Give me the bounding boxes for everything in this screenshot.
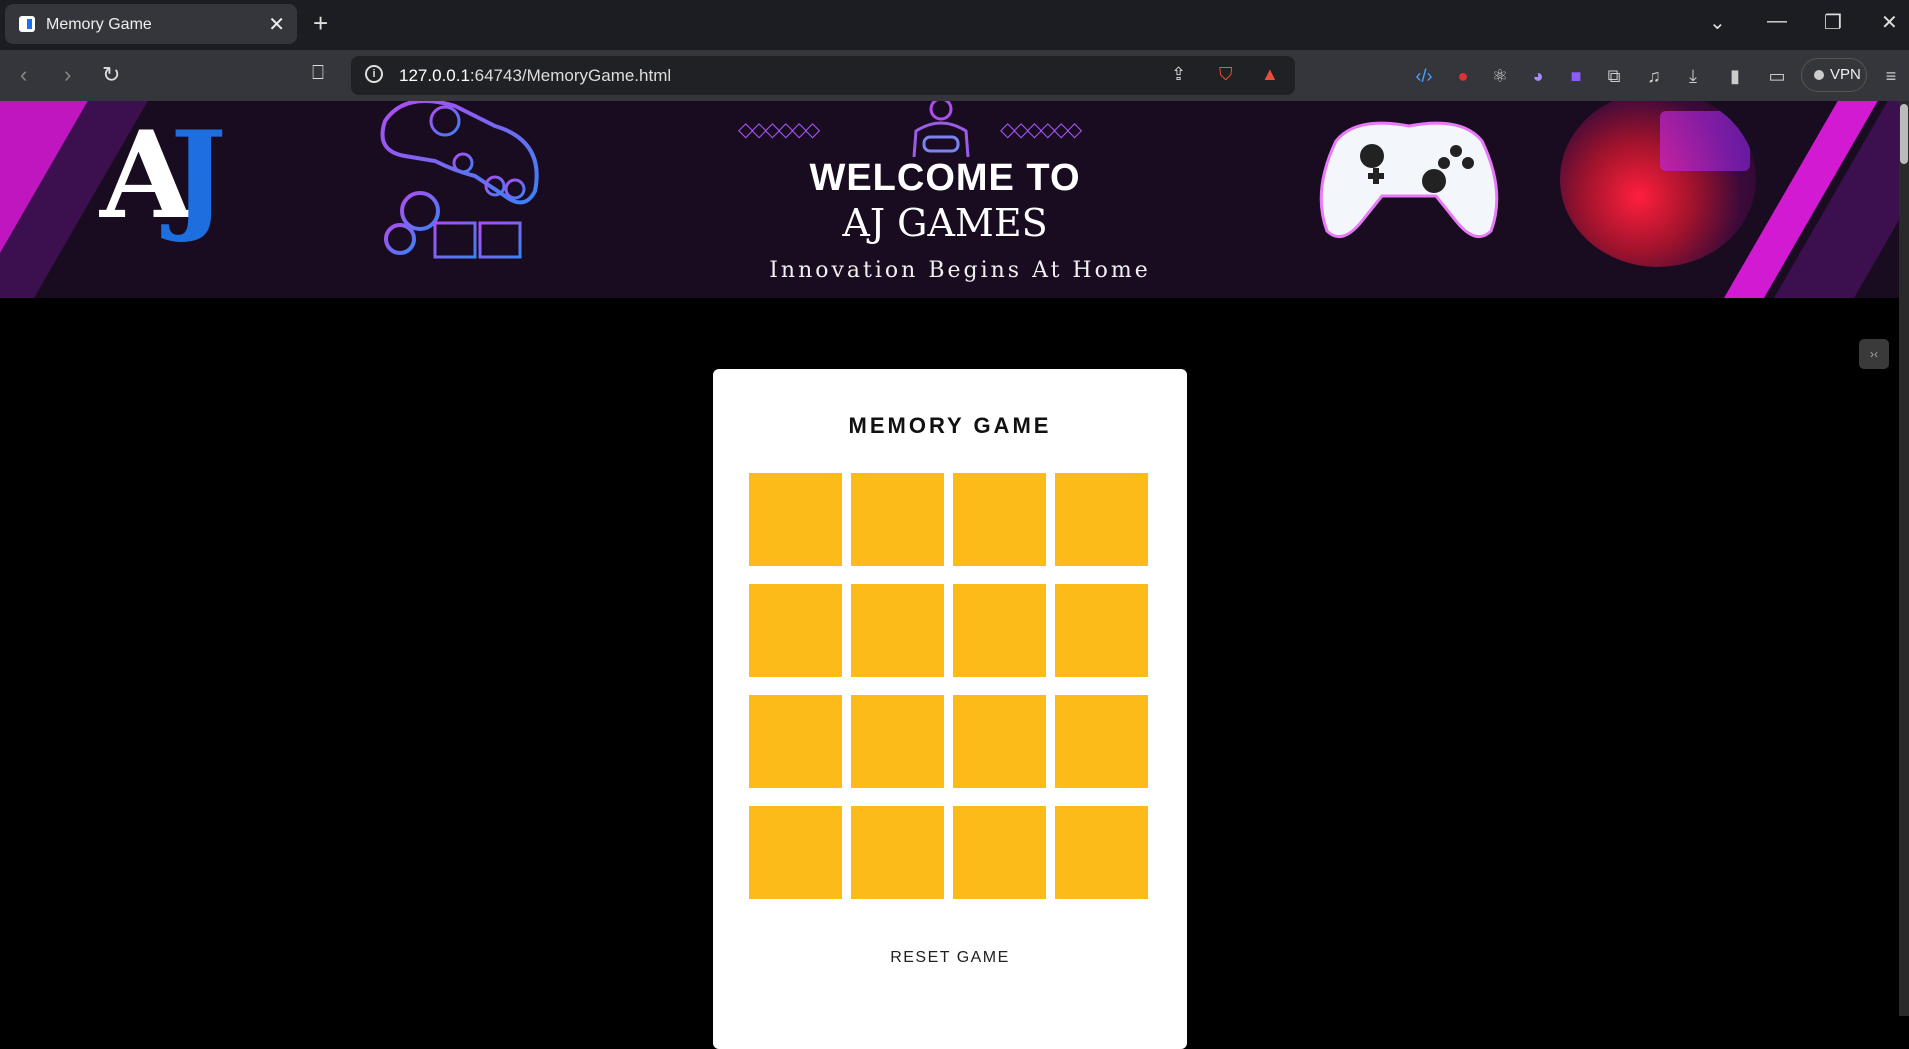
memory-tile[interactable] [1055, 695, 1148, 788]
banner-title-brand: AJ GAMES [842, 201, 1048, 245]
new-tab-button[interactable]: + [313, 8, 328, 38]
extensions-icon[interactable]: ⧉ [1603, 65, 1625, 87]
minimize-icon[interactable]: — [1767, 10, 1787, 33]
memory-tile[interactable] [749, 473, 842, 566]
memory-tile[interactable] [851, 473, 944, 566]
code-extension-icon[interactable]: ‹/› [1413, 65, 1435, 87]
memory-tile[interactable] [1055, 806, 1148, 899]
download-icon[interactable]: ⤓ [1682, 65, 1704, 87]
brave-rewards-icon[interactable]: ▲ [1261, 64, 1279, 85]
browser-tab[interactable]: Memory Game ✕ [5, 4, 297, 44]
wallet-icon[interactable]: ▭ [1766, 65, 1788, 87]
memory-tile[interactable] [1055, 584, 1148, 677]
react-devtools-icon[interactable]: ⚛ [1489, 65, 1511, 87]
site-info-icon[interactable]: i [365, 65, 383, 83]
elementor-extension-icon[interactable]: ● [1452, 65, 1474, 87]
logo-letter-j: J [170, 105, 227, 246]
collapse-widget-icon[interactable]: ›‹ [1859, 339, 1889, 369]
tab-close-button[interactable]: ✕ [268, 12, 285, 37]
memory-game-card: MEMORY GAME RESET GAME [713, 369, 1187, 1049]
memory-tile[interactable] [953, 695, 1046, 788]
url-text: 127.0.0.1:64743/MemoryGame.html [399, 66, 671, 86]
game-title: MEMORY GAME [848, 413, 1052, 438]
gamer-photo [1560, 101, 1756, 267]
memory-tile[interactable] [749, 695, 842, 788]
diamond-decoration-right: ◇◇◇◇◇◇ [1000, 119, 1082, 141]
memory-tile[interactable] [953, 584, 1046, 677]
banner-tagline: Innovation Begins At Home [769, 258, 1151, 283]
banner-title-welcome: WELCOME TO [809, 157, 1081, 199]
page-scrollbar-thumb[interactable] [1900, 104, 1908, 164]
memory-tile[interactable] [851, 806, 944, 899]
restore-icon[interactable]: ❐ [1824, 10, 1842, 35]
gamepad-coins-icon [380, 101, 539, 259]
reload-icon[interactable]: ↻ [102, 62, 120, 88]
share-icon[interactable]: ⇪ [1171, 64, 1186, 85]
back-icon[interactable]: ‹ [20, 62, 27, 88]
reset-game-button[interactable]: RESET GAME [713, 949, 1187, 967]
address-bar[interactable]: i 127.0.0.1:64743/MemoryGame.html ⇪ ⛉ ▲ [351, 56, 1295, 95]
diamond-decoration-left: ◇◇◇◇◇◇ [738, 119, 820, 141]
url-path: :64743/MemoryGame.html [469, 66, 672, 85]
site-banner: A J ◇◇◇◇◇◇ ◇◇◇◇◇◇ WELCOME TO AJ GAMES In… [0, 101, 1899, 298]
media-icon[interactable]: ♫ [1643, 65, 1665, 87]
forward-icon[interactable]: › [64, 62, 71, 88]
browser-titlebar: Memory Game ✕ + ⌄ — ❐ ✕ [0, 0, 1909, 50]
memory-tile[interactable] [1055, 473, 1148, 566]
sidebar-icon[interactable]: ▮ [1724, 65, 1746, 87]
white-controller-icon [1319, 121, 1499, 239]
menu-icon[interactable]: ≡ [1880, 65, 1902, 87]
tab-favicon-icon [19, 16, 35, 32]
dev-extension-icon[interactable]: ■ [1565, 65, 1587, 87]
page-scrollbar[interactable] [1899, 101, 1909, 1016]
memory-tile[interactable] [749, 584, 842, 677]
memory-tile[interactable] [953, 473, 1046, 566]
aj-logo: A J [100, 111, 250, 241]
browser-toolbar: ‹ › ↻ ⎕ i 127.0.0.1:64743/MemoryGame.htm… [0, 50, 1909, 101]
window-close-icon[interactable]: ✕ [1881, 10, 1898, 35]
tile-grid [749, 473, 1148, 899]
gamer-icon [912, 101, 970, 157]
brave-shields-icon[interactable]: ⛉ [1219, 64, 1233, 85]
color-extension-icon[interactable]: ◕ [1527, 65, 1549, 87]
memory-tile[interactable] [851, 584, 944, 677]
vpn-button[interactable]: VPN [1801, 58, 1867, 92]
tab-list-chevron-icon[interactable]: ⌄ [1709, 10, 1726, 35]
memory-tile[interactable] [851, 695, 944, 788]
tab-title: Memory Game [46, 16, 152, 33]
url-host: 127.0.0.1 [399, 66, 470, 85]
memory-tile[interactable] [749, 806, 842, 899]
bookmark-icon[interactable]: ⎕ [312, 62, 324, 85]
memory-tile[interactable] [953, 806, 1046, 899]
